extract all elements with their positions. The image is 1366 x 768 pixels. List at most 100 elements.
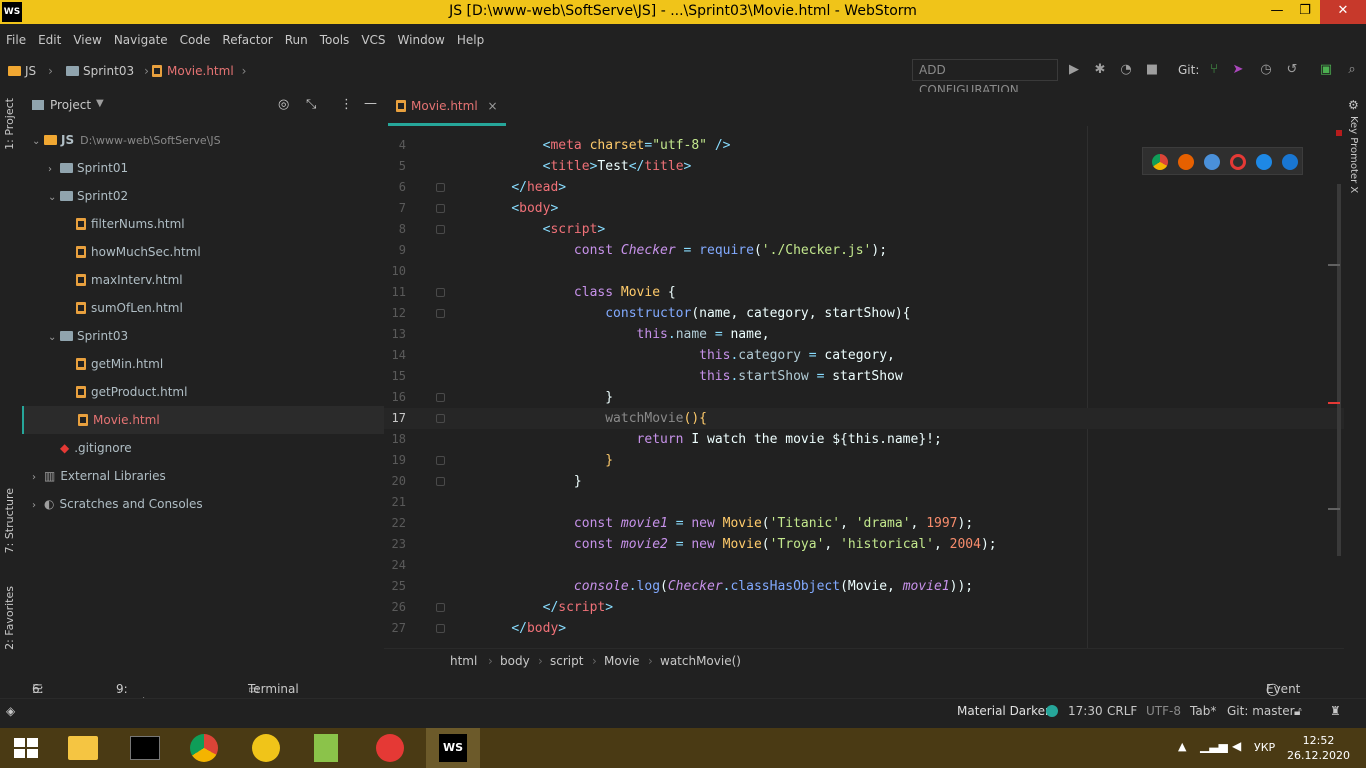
taskbar-chrome[interactable] <box>178 728 232 768</box>
code-line[interactable]: 16 } <box>384 387 1344 408</box>
code-line[interactable]: 11 class Movie { <box>384 282 1344 303</box>
chevron-right-icon[interactable]: › <box>48 156 60 184</box>
tree-item[interactable]: getMin.html <box>22 350 384 378</box>
line-number[interactable]: 27 <box>384 618 406 639</box>
line-number[interactable]: 15 <box>384 366 406 387</box>
lock-icon[interactable]: 🔓︎ <box>1294 704 1302 719</box>
line-number[interactable]: 17 <box>384 408 406 429</box>
menu-tools[interactable]: Tools <box>314 28 356 52</box>
tree-item[interactable]: › ▥ External Libraries <box>22 462 384 490</box>
chevron-down-icon[interactable]: ⌄ <box>32 128 44 156</box>
edge-icon[interactable] <box>1282 154 1298 170</box>
code-line[interactable]: 14 this.category = category, <box>384 345 1344 366</box>
code-line[interactable]: 18 return I watch the movie ${this.name}… <box>384 429 1344 450</box>
editor-scrollbar[interactable] <box>1328 126 1344 648</box>
nav-crumb-sprint03[interactable]: Sprint03 › <box>66 64 149 78</box>
line-number[interactable]: 4 <box>384 135 406 156</box>
line-number[interactable]: 8 <box>384 219 406 240</box>
tree-item[interactable]: ⌄ Sprint02 <box>22 182 384 210</box>
chevron-right-icon[interactable]: › <box>32 464 44 492</box>
menu-vcs[interactable]: VCS <box>355 28 391 52</box>
hide-panel-icon[interactable]: — <box>364 96 377 111</box>
favorites-tool-tab[interactable]: 2: Favorites <box>3 586 16 650</box>
structure-tool-tab[interactable]: 7: Structure <box>3 488 16 553</box>
tab-movie-html[interactable]: Movie.html × <box>388 92 506 126</box>
line-number[interactable]: 9 <box>384 240 406 261</box>
minimize-button[interactable]: — <box>1262 0 1292 24</box>
code-line[interactable]: 27 </body> <box>384 618 1344 639</box>
code-line[interactable]: 23 const movie2 = new Movie('Troya', 'hi… <box>384 534 1344 555</box>
git-update-icon[interactable]: ⑂ <box>1206 62 1222 78</box>
menu-run[interactable]: Run <box>279 28 314 52</box>
tree-item[interactable]: ⌄ JS D:\www-web\SoftServe\JS <box>22 126 384 154</box>
run-icon[interactable]: ▶ <box>1066 62 1082 78</box>
maximize-button[interactable]: ❐ <box>1290 0 1320 24</box>
file-encoding[interactable]: UTF-8 <box>1146 704 1181 718</box>
menu-view[interactable]: View <box>67 28 107 52</box>
tree-item[interactable]: maxInterv.html <box>22 266 384 294</box>
chevron-down-icon[interactable]: ⌄ <box>48 184 60 212</box>
coverage-icon[interactable]: ◔ <box>1118 62 1134 78</box>
menu-refactor[interactable]: Refactor <box>216 28 278 52</box>
line-number[interactable]: 22 <box>384 513 406 534</box>
code-editor[interactable]: 4 <meta charset="utf-8" /> 5 <title>Test<… <box>384 126 1344 648</box>
rollback-icon[interactable]: ↺ <box>1284 62 1300 78</box>
fold-marker-icon[interactable] <box>436 288 445 297</box>
nav-crumb-movie[interactable]: Movie.html › <box>152 64 246 78</box>
fold-marker-icon[interactable] <box>436 225 445 234</box>
crumb-script[interactable]: script <box>550 654 583 668</box>
code-line[interactable]: 26 </script> <box>384 597 1344 618</box>
safari-icon[interactable] <box>1204 154 1220 170</box>
fold-marker-icon[interactable] <box>436 414 445 423</box>
line-number[interactable]: 16 <box>384 387 406 408</box>
code-line[interactable]: 20 } <box>384 471 1344 492</box>
fold-marker-icon[interactable] <box>436 603 445 612</box>
close-button[interactable]: ✕ <box>1320 0 1366 24</box>
code-line[interactable]: 8 <script> <box>384 219 1344 240</box>
code-line[interactable]: 12 constructor(name, category, startShow… <box>384 303 1344 324</box>
code-line[interactable]: 22 const movie1 = new Movie('Titanic', '… <box>384 513 1344 534</box>
caret-position[interactable]: 17:30 <box>1068 704 1103 718</box>
line-number[interactable]: 13 <box>384 324 406 345</box>
taskbar-opera[interactable] <box>364 728 418 768</box>
chevron-down-icon[interactable]: ⌄ <box>48 324 60 352</box>
internet-explorer-icon[interactable] <box>1256 154 1272 170</box>
menu-navigate[interactable]: Navigate <box>108 28 174 52</box>
taskbar-app[interactable] <box>240 728 294 768</box>
opera-icon[interactable] <box>1230 154 1246 170</box>
tree-item[interactable]: ◆ .gitignore <box>22 434 384 462</box>
stop-icon[interactable]: ■ <box>1144 62 1160 78</box>
menu-help[interactable]: Help <box>451 28 490 52</box>
volume-icon[interactable]: ◀ <box>1232 739 1241 753</box>
menu-code[interactable]: Code <box>174 28 217 52</box>
code-line[interactable]: 7 <body> <box>384 198 1344 219</box>
fold-marker-icon[interactable] <box>436 183 445 192</box>
crumb-html[interactable]: html <box>450 654 477 668</box>
line-number[interactable]: 20 <box>384 471 406 492</box>
code-line[interactable]: 24 <box>384 555 1344 576</box>
crumb-movie[interactable]: Movie <box>604 654 640 668</box>
line-number[interactable]: 5 <box>384 156 406 177</box>
code-line[interactable]: 25 console.log(Checker.classHasObject(Mo… <box>384 576 1344 597</box>
firefox-icon[interactable] <box>1178 154 1194 170</box>
code-line[interactable]: 17 watchMovie(){ <box>384 408 1344 429</box>
add-configuration-button[interactable]: ADD CONFIGURATION... <box>912 59 1058 97</box>
taskbar-explorer[interactable] <box>56 728 110 768</box>
taskbar-clock[interactable]: 12:52 26.12.2020 <box>1287 733 1350 763</box>
code-line[interactable]: 9 const Checker = require('./Checker.js'… <box>384 240 1344 261</box>
error-stripe-marker[interactable] <box>1328 402 1340 404</box>
fold-marker-icon[interactable] <box>436 624 445 633</box>
taskbar-editor[interactable] <box>300 728 354 768</box>
code-line[interactable]: 10 <box>384 261 1344 282</box>
line-number[interactable]: 26 <box>384 597 406 618</box>
menu-window[interactable]: Window <box>392 28 451 52</box>
tray-chevron-icon[interactable]: ▲ <box>1178 740 1186 753</box>
tree-item[interactable]: howMuchSec.html <box>22 238 384 266</box>
scrollbar-thumb[interactable] <box>1337 184 1341 556</box>
menu-file[interactable]: File <box>0 28 32 52</box>
project-view-selector[interactable]: Project <box>50 98 91 112</box>
code-line[interactable]: 13 this.name = name, <box>384 324 1344 345</box>
line-number[interactable]: 10 <box>384 261 406 282</box>
fold-marker-icon[interactable] <box>436 477 445 486</box>
line-number[interactable]: 7 <box>384 198 406 219</box>
